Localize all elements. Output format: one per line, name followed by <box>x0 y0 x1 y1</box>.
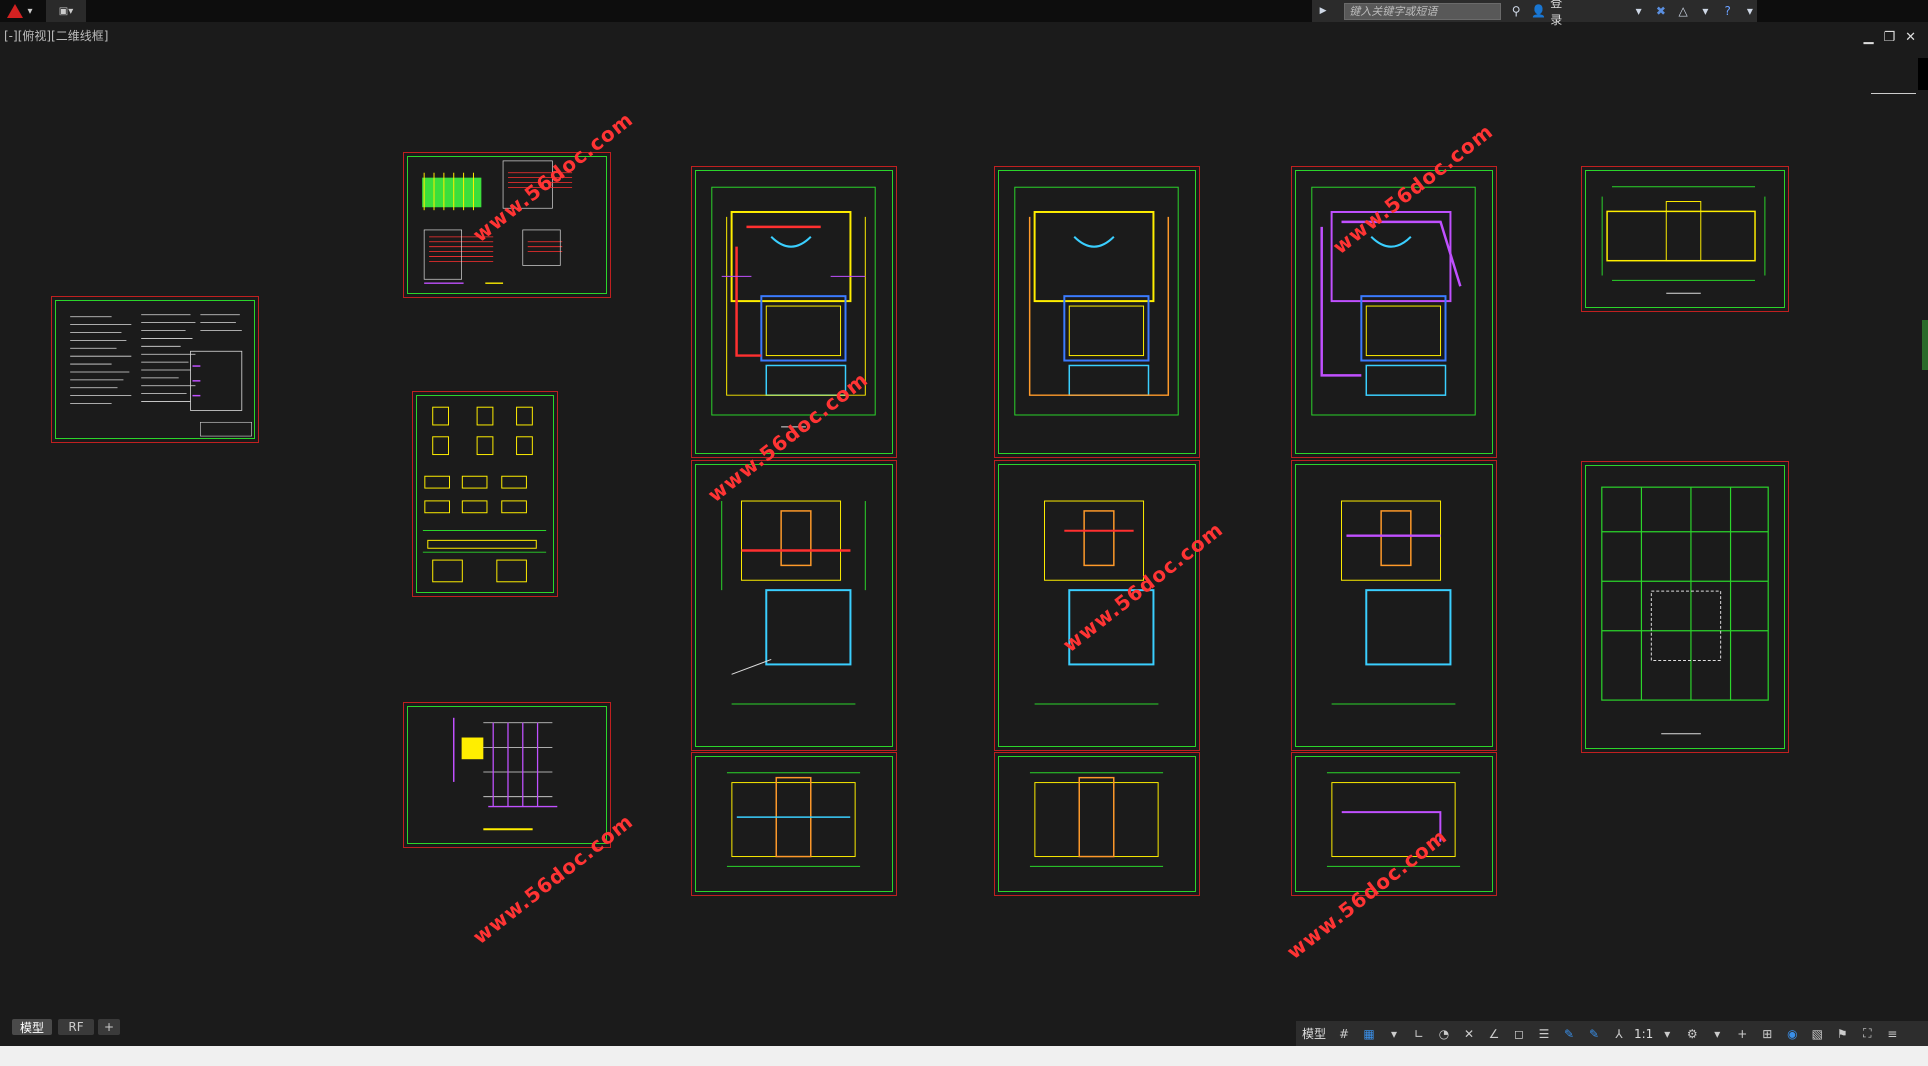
binoculars-icon[interactable]: ⚲ <box>1509 3 1523 19</box>
expand-arrow-icon[interactable]: ▶ <box>1316 3 1330 19</box>
dropdown-arrow-icon[interactable]: ▾ <box>1383 1025 1405 1043</box>
status-bar: 模型 # ▦ ▾ ∟ ◔ ✕ ∠ ◻ ☰ ✎ ✎ ⅄ 1:1 ▾ ⚙ ▾ + ⊞… <box>1296 1021 1928 1046</box>
workspace-gear-icon[interactable]: ⚙ <box>1681 1025 1703 1043</box>
minimize-icon[interactable]: ▁ <box>1863 30 1873 45</box>
dropdown-arrow-icon[interactable]: ▾ <box>1698 3 1712 19</box>
floor-plan-sheet-1-3[interactable] <box>691 752 897 896</box>
help-icon[interactable]: ? <box>1721 3 1735 19</box>
dropdown-arrow-icon[interactable]: ▾ <box>1656 1025 1678 1043</box>
drawing-sheet-notes[interactable] <box>51 296 259 443</box>
sheet-linework <box>721 500 866 705</box>
window-controls: ▁ ❐ ✕ <box>1863 30 1916 45</box>
sheet-linework <box>422 406 547 583</box>
customization-icon[interactable]: ≡ <box>1881 1025 1903 1043</box>
annotation-monitor-icon[interactable]: + <box>1731 1025 1753 1043</box>
dropdown-arrow-icon[interactable]: ▾ <box>1632 3 1646 19</box>
ortho-icon[interactable]: ∟ <box>1408 1025 1430 1043</box>
snap-icon[interactable]: ▦ <box>1358 1025 1380 1043</box>
floor-plan-sheet-2-3[interactable] <box>994 752 1200 896</box>
title-bar: ▾ ▣ ▾ ▶ 键入关键字或短语 ⚲ 👤 登录 ▾ ✖ △ ▾ ? ▾ <box>0 0 1928 27</box>
dropdown-arrow-icon: ▾ <box>68 5 74 17</box>
navigation-bar-accent <box>1922 320 1928 370</box>
grid-icon[interactable]: # <box>1333 1025 1355 1043</box>
dropdown-arrow-icon[interactable]: ▾ <box>1743 3 1757 19</box>
sheet-linework <box>70 314 252 437</box>
object-snap-tracking-icon[interactable]: ∠ <box>1483 1025 1505 1043</box>
sheet-linework <box>1331 500 1456 705</box>
polar-tracking-icon[interactable]: ◔ <box>1433 1025 1455 1043</box>
floor-plan-sheet-1-1[interactable] <box>691 166 897 458</box>
lineweight-icon[interactable]: ☰ <box>1533 1025 1555 1043</box>
login-link[interactable]: 登录 <box>1550 0 1571 28</box>
close-icon[interactable]: ✕ <box>1905 30 1916 45</box>
auto-scale-icon[interactable]: ✎ <box>1583 1025 1605 1043</box>
restore-icon[interactable]: ❐ <box>1883 30 1895 45</box>
floor-plan-sheet-2-2[interactable] <box>994 460 1200 751</box>
units-icon[interactable]: ⊞ <box>1756 1025 1778 1043</box>
isodraft-icon[interactable]: ✕ <box>1458 1025 1480 1043</box>
tab-rf[interactable]: RF <box>58 1019 94 1035</box>
tab-model[interactable]: 模型 <box>12 1019 52 1035</box>
graphics-performance-icon[interactable]: ▧ <box>1806 1025 1828 1043</box>
viewport-controls[interactable]: [-][俯视][二维线框] <box>4 27 108 44</box>
sheet-linework <box>1029 772 1164 867</box>
model-space-button[interactable]: 模型 <box>1302 1025 1330 1042</box>
drawing-sheet-riser-diagram[interactable] <box>403 702 611 848</box>
quick-access-button[interactable]: ▣ ▾ <box>46 0 86 22</box>
floor-plan-sheet-3-2[interactable] <box>1291 460 1497 751</box>
a360-icon[interactable]: △ <box>1676 3 1690 19</box>
infocenter: ▶ 键入关键字或短语 ⚲ 👤 登录 ▾ ✖ △ ▾ ? ▾ <box>1312 0 1757 27</box>
sheet-linework <box>726 772 861 867</box>
sheet-linework <box>1014 186 1179 416</box>
annotation-scale-icon[interactable]: ⅄ <box>1608 1025 1630 1043</box>
dropdown-arrow-icon[interactable]: ▾ <box>1706 1025 1728 1043</box>
floor-plan-sheet-2-1[interactable] <box>994 166 1200 458</box>
user-icon[interactable]: 👤 <box>1531 3 1546 19</box>
workspace-icon: ▣ <box>58 5 69 17</box>
exchange-icon[interactable]: ✖ <box>1654 3 1668 19</box>
app-menu-button[interactable]: ▾ <box>0 0 40 22</box>
sheet-linework <box>1601 486 1769 735</box>
isolate-objects-icon[interactable]: ⚑ <box>1831 1025 1853 1043</box>
annotation-scale-value[interactable]: 1:1 <box>1634 1027 1653 1041</box>
sheet-linework <box>1601 186 1766 294</box>
site-plan-sheet[interactable] <box>1581 461 1789 753</box>
roof-plan-sheet[interactable] <box>1581 166 1789 312</box>
autocad-logo-icon <box>7 4 24 18</box>
search-input[interactable]: 键入关键字或短语 <box>1344 2 1502 20</box>
viewcube-line <box>1871 93 1916 94</box>
command-line-area[interactable] <box>0 1046 1928 1066</box>
drawing-sheet-details[interactable] <box>412 391 558 597</box>
sheet-linework <box>1034 500 1159 705</box>
dropdown-arrow-icon: ▾ <box>27 5 33 17</box>
quick-properties-icon[interactable]: ◉ <box>1781 1025 1803 1043</box>
sheet-linework <box>711 186 876 428</box>
clean-screen-icon[interactable]: ⛶ <box>1856 1025 1878 1043</box>
sheet-linework <box>453 717 558 831</box>
navigation-bar[interactable] <box>1918 58 1928 90</box>
annotation-visibility-icon[interactable]: ✎ <box>1558 1025 1580 1043</box>
object-snap-icon[interactable]: ◻ <box>1508 1025 1530 1043</box>
add-layout-button[interactable]: + <box>98 1019 120 1035</box>
